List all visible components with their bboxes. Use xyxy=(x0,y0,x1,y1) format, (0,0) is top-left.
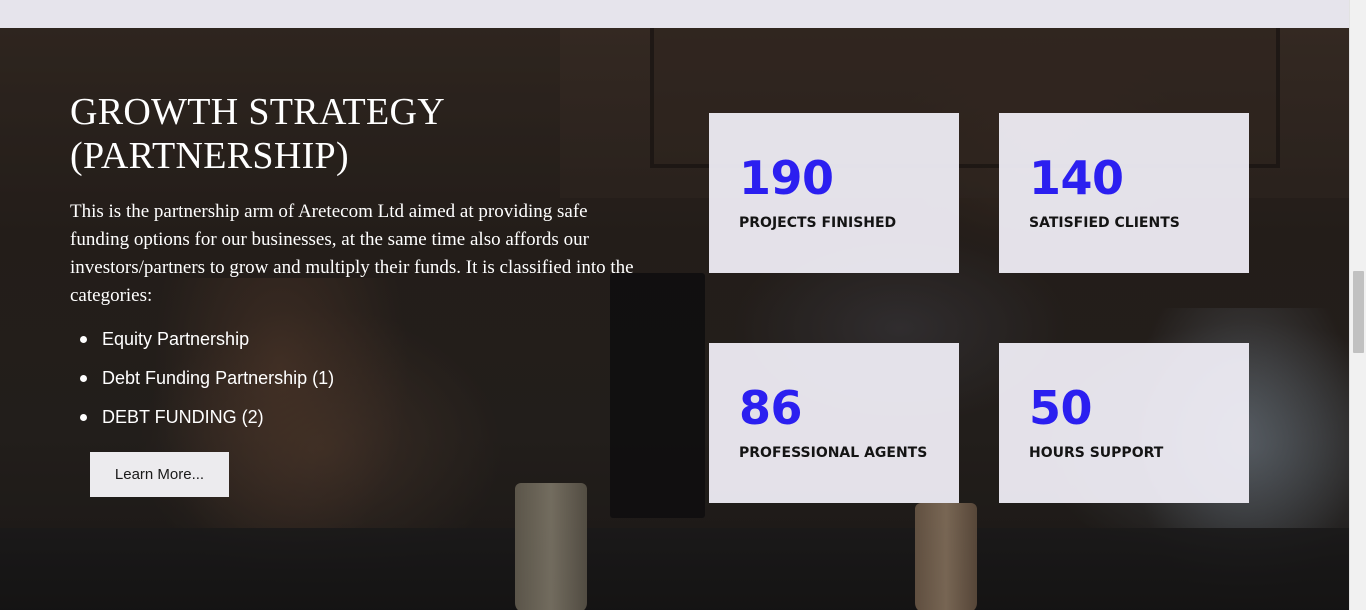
stat-card-projects: 190 PROJECTS FINISHED xyxy=(709,113,959,273)
top-strip xyxy=(0,0,1349,28)
learn-more-button[interactable]: Learn More... xyxy=(90,452,229,497)
heading-line-1: GROWTH STRATEGY xyxy=(70,91,445,133)
category-label: DEBT FUNDING (2) xyxy=(102,407,264,427)
scrollbar-thumb[interactable] xyxy=(1353,271,1364,353)
category-list: Equity Partnership Debt Funding Partners… xyxy=(80,328,650,428)
stat-number: 140 xyxy=(1029,151,1124,205)
category-label: Debt Funding Partnership (1) xyxy=(102,368,335,388)
vertical-scrollbar[interactable] xyxy=(1349,0,1366,610)
category-item: DEBT FUNDING (2) xyxy=(80,406,650,428)
page: GROWTH STRATEGY (PARTNERSHIP) This is th… xyxy=(0,0,1366,610)
stat-label: SATISFIED CLIENTS xyxy=(1029,215,1180,231)
stat-number: 190 xyxy=(739,151,834,205)
heading-line-2: (PARTNERSHIP) xyxy=(70,135,349,177)
bullet-icon xyxy=(80,414,87,421)
stat-card-support: 50 HOURS SUPPORT xyxy=(999,343,1249,503)
category-item: Debt Funding Partnership (1) xyxy=(80,367,650,389)
category-item: Equity Partnership xyxy=(80,328,650,350)
section-text: GROWTH STRATEGY (PARTNERSHIP) This is th… xyxy=(70,90,650,445)
stat-card-clients: 140 SATISFIED CLIENTS xyxy=(999,113,1249,273)
section-description: This is the partnership arm of Aretecom … xyxy=(70,201,634,306)
section-heading: GROWTH STRATEGY (PARTNERSHIP) xyxy=(70,90,650,178)
stat-label: HOURS SUPPORT xyxy=(1029,445,1164,461)
category-label: Equity Partnership xyxy=(102,329,250,349)
bullet-icon xyxy=(80,336,87,343)
stat-label: PROFESSIONAL AGENTS xyxy=(739,445,928,461)
stat-number: 50 xyxy=(1029,381,1093,435)
stat-label: PROJECTS FINISHED xyxy=(739,215,897,231)
bullet-icon xyxy=(80,375,87,382)
growth-strategy-section: GROWTH STRATEGY (PARTNERSHIP) This is th… xyxy=(0,28,1349,610)
stat-card-agents: 86 PROFESSIONAL AGENTS xyxy=(709,343,959,503)
stat-number: 86 xyxy=(739,381,803,435)
